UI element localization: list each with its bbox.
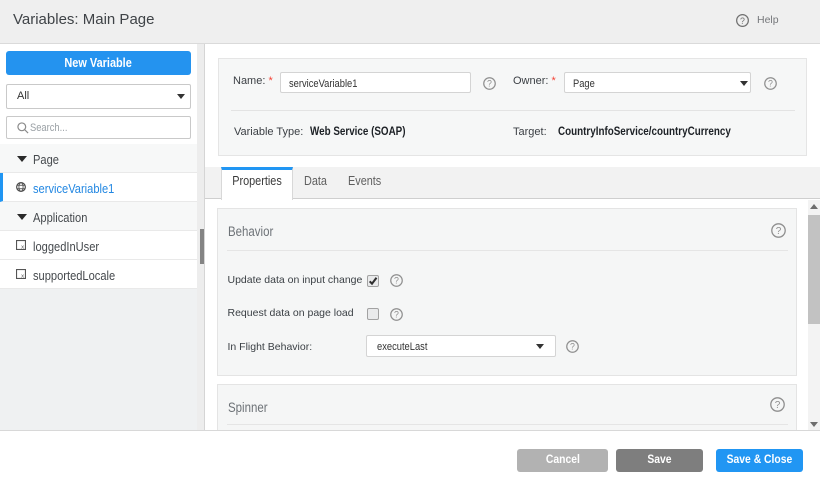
svg-text:?: ? (394, 310, 399, 320)
svg-text:?: ? (775, 400, 781, 411)
svg-text:x: x (21, 244, 24, 250)
svg-text:?: ? (776, 226, 782, 237)
svg-text:?: ? (768, 78, 773, 88)
svg-text:x: x (21, 273, 24, 279)
svg-text:?: ? (394, 276, 399, 286)
svg-text:?: ? (570, 341, 575, 351)
svg-text:?: ? (487, 78, 492, 88)
svg-text:?: ? (740, 16, 745, 26)
